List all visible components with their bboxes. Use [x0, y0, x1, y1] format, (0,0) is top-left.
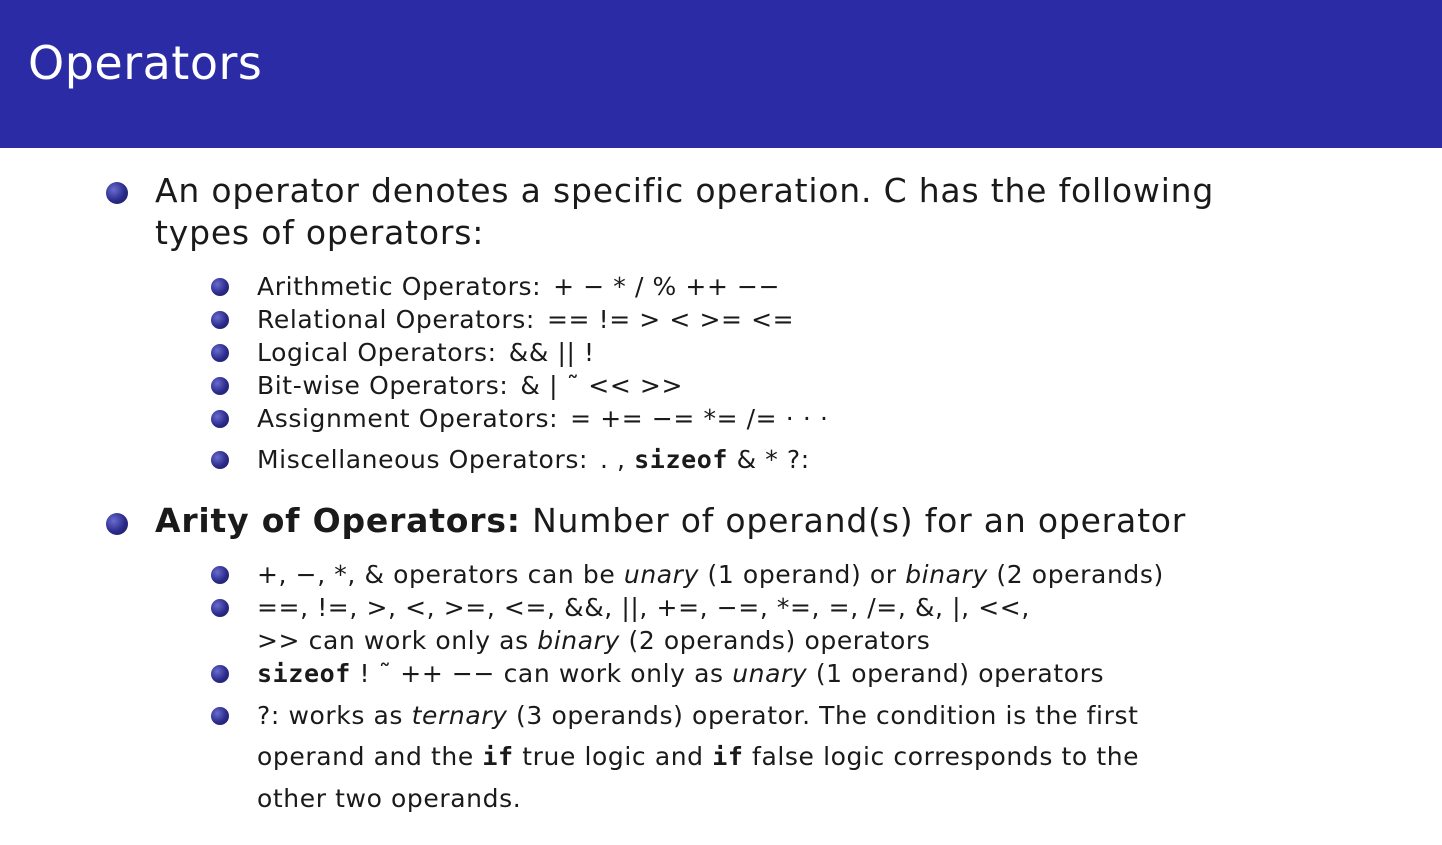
relational-operators: Relational Operators: == != > < >= <= — [257, 305, 795, 334]
bullet-icon — [211, 410, 229, 428]
bullet-icon — [211, 665, 229, 683]
arity-unary-binary: +, −, *, & operators can be unary (1 ope… — [257, 560, 1164, 589]
bullet-icon — [106, 182, 128, 204]
bullet-icon — [211, 599, 229, 617]
arity-ternary-line-2: operand and the if true logic and if fal… — [257, 742, 1140, 771]
arithmetic-operators: Arithmetic Operators: + − * / % ++ −− — [257, 272, 781, 301]
slide-header: Operators — [0, 0, 1442, 148]
bullet-icon — [211, 707, 229, 725]
arity-unary-only: sizeof ! ˜ ++ −− can work only as unary … — [257, 659, 1105, 688]
arity-binary-only-line-1: ==, !=, >, <, >=, <=, &&, ||, +=, −=, *=… — [257, 593, 1030, 622]
arity-ternary-line-1: ?: works as ternary (3 operands) operato… — [257, 701, 1139, 730]
logical-operators: Logical Operators: && || ! — [257, 338, 595, 367]
bullet-icon — [211, 344, 229, 362]
bullet-icon — [106, 513, 128, 535]
bullet-icon — [211, 278, 229, 296]
bitwise-operators: Bit-wise Operators: & | ˜ << >> — [257, 371, 684, 400]
arity-ternary-line-3: other two operands. — [257, 784, 522, 813]
intro-line-2: types of operators: — [155, 213, 485, 252]
bullet-icon — [211, 566, 229, 584]
arity-heading: Arity of Operators: Number of operand(s)… — [155, 501, 1187, 540]
arity-binary-only-line-2: >> can work only as binary (2 operands) … — [257, 626, 931, 655]
bullet-icon — [211, 311, 229, 329]
slide-title: Operators — [28, 36, 263, 90]
miscellaneous-operators: Miscellaneous Operators:. , sizeof & * ?… — [257, 445, 810, 474]
bullet-icon — [211, 451, 229, 469]
intro-line-1: An operator denotes a specific operation… — [155, 171, 1215, 210]
assignment-operators: Assignment Operators: = += −= *= /= · · · — [257, 404, 829, 433]
slide-body: An operator denotes a specific operation… — [0, 148, 1442, 845]
bullet-icon — [211, 377, 229, 395]
